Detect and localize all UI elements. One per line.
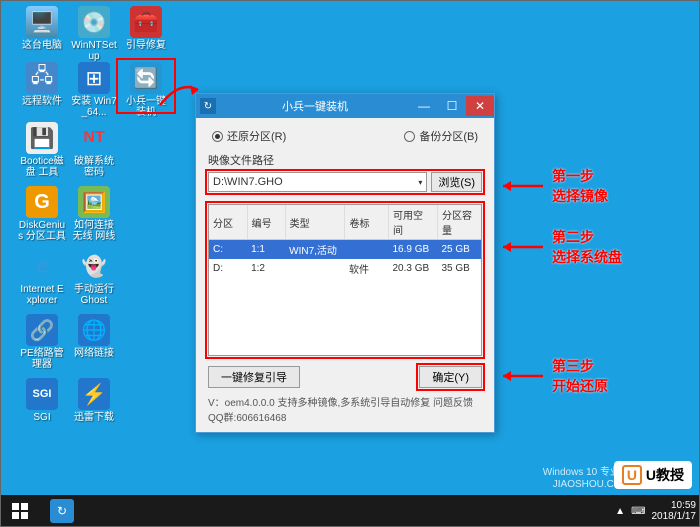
arrow-step2 (495, 237, 545, 257)
col-type: 类型 (285, 205, 345, 240)
mode-radio-group: 还原分区(R) 备份分区(B) (208, 128, 482, 144)
minimize-button[interactable]: — (410, 96, 438, 116)
tray-icon[interactable]: ▲ (615, 506, 625, 517)
icon-ie[interactable]: eInternet Explorer (18, 250, 66, 306)
clock[interactable]: 10:592018/1/17 (652, 500, 697, 522)
image-path-input[interactable]: D:\WIN7.GHO ▾ (208, 172, 427, 192)
arrow-step1 (495, 176, 545, 196)
windows-icon (12, 503, 28, 519)
icon-netconn[interactable]: 🌐网络链接 (70, 314, 118, 359)
keyboard-icon[interactable]: ⌨ (631, 506, 645, 517)
browse-button[interactable]: 浏览(S) (431, 172, 482, 192)
icon-sgi[interactable]: SGISGI (18, 378, 66, 423)
restore-radio[interactable]: 还原分区(R) (212, 128, 286, 144)
icon-remote[interactable]: 🖧远程软件 (18, 62, 66, 107)
partition-table[interactable]: 分区 编号 类型 卷标 可用空间 分区容量 C: 1:1 WIN7,活动 16.… (208, 204, 482, 356)
icon-wifi-help[interactable]: 🖼️如何连接无线 网线 (70, 186, 118, 242)
installer-dialog: ↻ 小兵一键装机 — ☐ ✕ 还原分区(R) 备份分区(B) 映像文件路径 D:… (195, 93, 495, 433)
anno-step2: 第二步选择系统盘 (552, 227, 622, 267)
chevron-down-icon[interactable]: ▾ (418, 178, 422, 187)
table-row[interactable]: C: 1:1 WIN7,活动 16.9 GB 25 GB (209, 240, 481, 259)
icon-bootice[interactable]: 💾Bootice磁盘 工具 (18, 122, 66, 178)
maximize-button[interactable]: ☐ (438, 96, 466, 116)
col-label: 卷标 (345, 205, 389, 240)
backup-radio[interactable]: 备份分区(B) (404, 128, 478, 144)
icon-ghost[interactable]: 👻手动运行 Ghost (70, 250, 118, 306)
col-free: 可用空间 (389, 205, 438, 240)
icon-netmgr[interactable]: 🔗PE络路管理器 (18, 314, 66, 370)
titlebar[interactable]: ↻ 小兵一键装机 — ☐ ✕ (196, 94, 494, 118)
anno-step1: 第一步选择镜像 (552, 166, 608, 206)
radio-icon (404, 131, 415, 142)
image-path-label: 映像文件路径 (208, 152, 482, 168)
status-text: V：oem4.0.0.0 支持多种镜像,多系统引导自动修复 问题反馈QQ群:60… (208, 394, 482, 424)
start-button[interactable] (0, 495, 40, 527)
taskbar-app[interactable]: ↻ (42, 495, 82, 527)
col-partition: 分区 (209, 205, 247, 240)
dialog-title: 小兵一键装机 (220, 98, 410, 114)
icon-crack-pwd[interactable]: NT破解系统密码 (70, 122, 118, 178)
table-row[interactable]: D: 1:2 软件 20.3 GB 35 GB (209, 259, 481, 278)
repair-boot-button[interactable]: 一键修复引导 (208, 366, 300, 388)
ok-button[interactable]: 确定(Y) (419, 366, 482, 388)
icon-this-pc[interactable]: 🖥️这台电脑 (18, 6, 66, 51)
icon-thunder[interactable]: ⚡迅雷下载 (70, 378, 118, 423)
arrow-to-dialog (150, 75, 205, 115)
icon-boot-repair[interactable]: 🧰引导修复 (122, 6, 170, 51)
image-path-row: D:\WIN7.GHO ▾ 浏览(S) (208, 172, 482, 192)
arrow-step3 (495, 366, 545, 386)
anno-step3: 第三步开始还原 (552, 356, 608, 396)
close-button[interactable]: ✕ (466, 96, 494, 116)
system-tray[interactable]: ▲ ⌨ 10:592018/1/17 (615, 500, 700, 522)
logo-badge: UU教授 (614, 461, 692, 489)
icon-winntsetup[interactable]: 💿WinNTSetup (70, 6, 118, 62)
col-id: 编号 (247, 205, 285, 240)
taskbar: ↻ ▲ ⌨ 10:592018/1/17 (0, 495, 700, 527)
icon-diskgenius[interactable]: GDiskGenius 分区工具 (18, 186, 66, 242)
col-size: 分区容量 (437, 205, 481, 240)
icon-install-win7[interactable]: ⊞安装 Win7_64... (70, 62, 118, 118)
radio-icon (212, 131, 223, 142)
